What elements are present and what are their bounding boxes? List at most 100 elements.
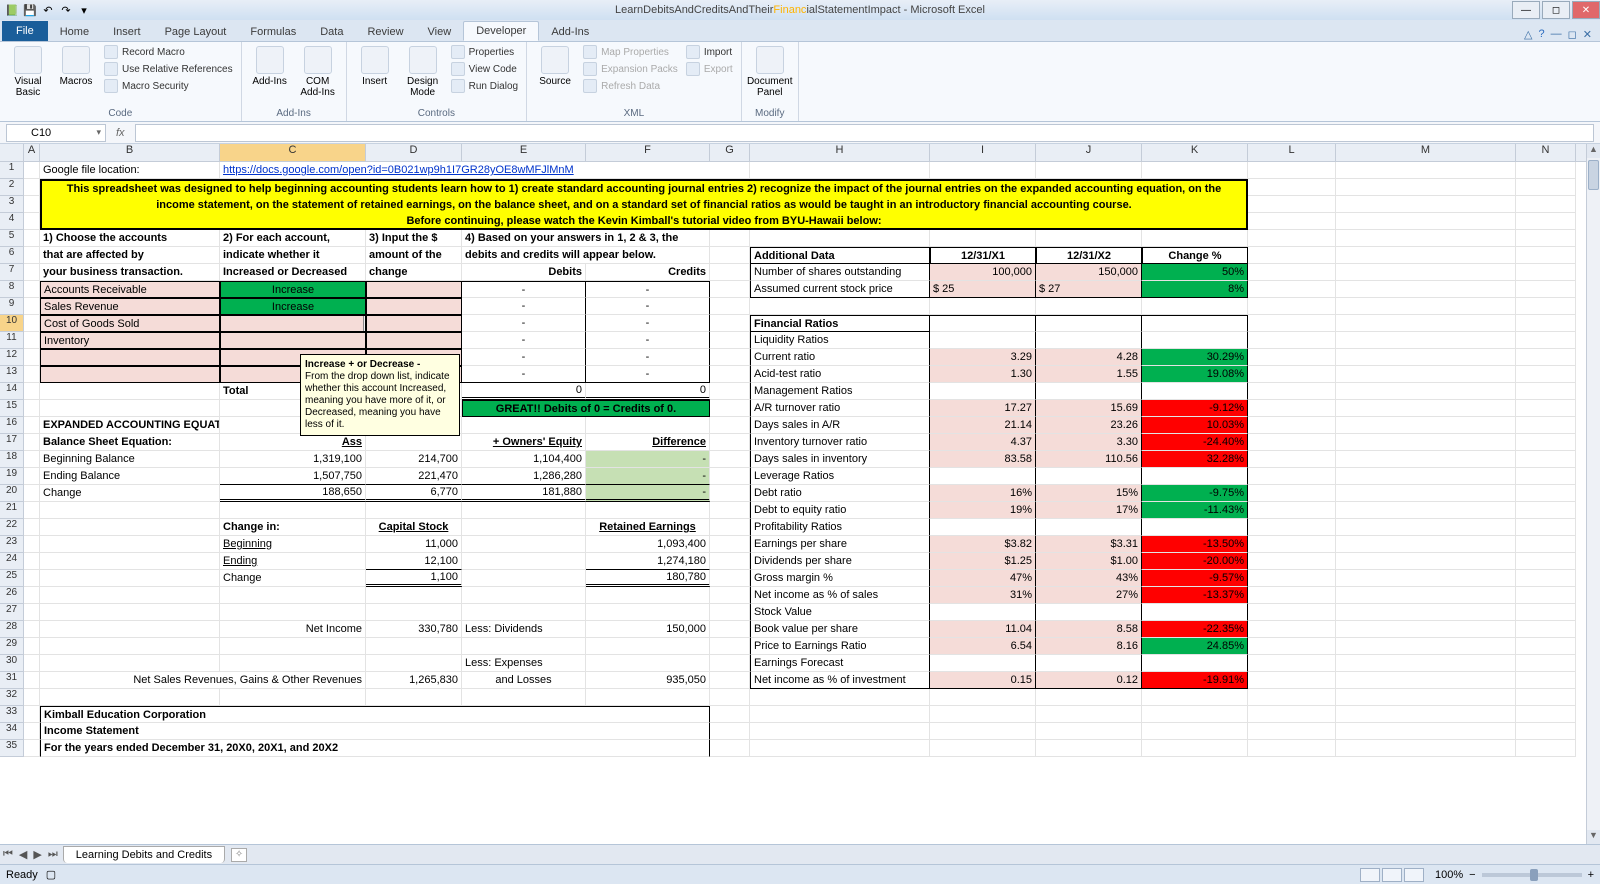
- cell[interactable]: [366, 434, 462, 451]
- cell[interactable]: [24, 706, 40, 723]
- cell[interactable]: [1516, 723, 1576, 740]
- cell[interactable]: Kimball Education Corporation: [40, 706, 710, 723]
- cell[interactable]: Debt ratio: [750, 485, 930, 502]
- zoom-slider[interactable]: [1482, 873, 1582, 877]
- cell[interactable]: [1248, 621, 1336, 638]
- tab-developer[interactable]: Developer: [463, 21, 539, 41]
- cell[interactable]: 1.55: [1036, 366, 1142, 383]
- col-M[interactable]: M: [1336, 144, 1516, 161]
- cell[interactable]: [1036, 655, 1142, 672]
- cell[interactable]: [24, 604, 40, 621]
- cell[interactable]: [1336, 281, 1516, 298]
- cell[interactable]: [1516, 451, 1576, 468]
- cell[interactable]: 1,104,400: [462, 451, 586, 468]
- cell[interactable]: [1248, 570, 1336, 587]
- scroll-down-icon[interactable]: ▼: [1587, 830, 1600, 844]
- row-14[interactable]: 14: [0, 383, 24, 400]
- cell[interactable]: [930, 723, 1036, 740]
- cell[interactable]: [710, 366, 750, 383]
- expansion-packs-button[interactable]: Expansion Packs: [581, 61, 680, 77]
- cell[interactable]: 150,000: [586, 621, 710, 638]
- undo-icon[interactable]: ↶: [40, 2, 56, 18]
- cell[interactable]: [710, 655, 750, 672]
- cell[interactable]: [586, 655, 710, 672]
- cell[interactable]: [586, 417, 710, 434]
- row-10[interactable]: 10: [0, 315, 24, 332]
- insert-control-button[interactable]: Insert: [353, 44, 397, 87]
- maximize-button[interactable]: ◻: [1542, 1, 1570, 19]
- cell[interactable]: [586, 638, 710, 655]
- row-29[interactable]: 29: [0, 638, 24, 655]
- cell[interactable]: Price to Earnings Ratio: [750, 638, 930, 655]
- cell[interactable]: [1516, 519, 1576, 536]
- cell[interactable]: [1248, 366, 1336, 383]
- cell[interactable]: [366, 315, 462, 332]
- cell[interactable]: 150,000: [1036, 264, 1142, 281]
- cell[interactable]: [24, 638, 40, 655]
- cell[interactable]: 32.28%: [1142, 451, 1248, 468]
- cell[interactable]: [1516, 638, 1576, 655]
- vertical-scrollbar[interactable]: ▲ ▼: [1586, 144, 1600, 844]
- cell[interactable]: [1036, 162, 1142, 179]
- cell[interactable]: [1336, 706, 1516, 723]
- cell[interactable]: 24.85%: [1142, 638, 1248, 655]
- cell[interactable]: [710, 689, 750, 706]
- cell[interactable]: [1248, 468, 1336, 485]
- cell[interactable]: 43%: [1036, 570, 1142, 587]
- cell[interactable]: [1248, 604, 1336, 621]
- increase-decrease-dropdown[interactable]: [220, 315, 366, 332]
- cell[interactable]: [366, 638, 462, 655]
- cell[interactable]: [1248, 536, 1336, 553]
- zoom-level[interactable]: 100%: [1435, 869, 1463, 881]
- cell[interactable]: [1516, 315, 1576, 332]
- cell[interactable]: [930, 519, 1036, 536]
- cell[interactable]: [1516, 536, 1576, 553]
- row-17[interactable]: 17: [0, 434, 24, 451]
- normal-view-button[interactable]: [1360, 868, 1380, 882]
- cell[interactable]: [1516, 281, 1576, 298]
- cell[interactable]: [1336, 179, 1516, 196]
- cell[interactable]: [1248, 281, 1336, 298]
- cell[interactable]: [220, 502, 366, 519]
- cell[interactable]: [1036, 723, 1142, 740]
- cell[interactable]: -: [462, 281, 586, 298]
- cell[interactable]: $1.00: [1036, 553, 1142, 570]
- cell[interactable]: [710, 553, 750, 570]
- sheet-tab-active[interactable]: Learning Debits and Credits: [63, 846, 225, 863]
- cell[interactable]: [366, 298, 462, 315]
- cell[interactable]: [750, 740, 930, 757]
- row-35[interactable]: 35: [0, 740, 24, 757]
- cell[interactable]: 181,880: [462, 485, 586, 502]
- row-11[interactable]: 11: [0, 332, 24, 349]
- cell[interactable]: [24, 332, 40, 349]
- macro-record-icon[interactable]: ▢: [46, 868, 56, 881]
- row-30[interactable]: 30: [0, 655, 24, 672]
- cell[interactable]: [1516, 587, 1576, 604]
- cell[interactable]: 83.58: [930, 451, 1036, 468]
- cell[interactable]: [462, 502, 586, 519]
- cell[interactable]: 3) Input the $: [366, 230, 462, 247]
- col-K[interactable]: K: [1142, 144, 1248, 161]
- col-G[interactable]: G: [710, 144, 750, 161]
- cell[interactable]: [24, 281, 40, 298]
- cell[interactable]: 0: [462, 383, 586, 400]
- cell[interactable]: GREAT!! Debits of 0 = Credits of 0.: [462, 400, 710, 417]
- sheet-nav-prev[interactable]: ◀: [16, 848, 30, 861]
- tab-page-layout[interactable]: Page Layout: [153, 23, 239, 41]
- cell[interactable]: [1142, 332, 1248, 349]
- cell[interactable]: [24, 672, 40, 689]
- cell[interactable]: 19.08%: [1142, 366, 1248, 383]
- cell[interactable]: 1,265,830: [366, 672, 462, 689]
- cell[interactable]: Assumed current stock price: [750, 281, 930, 298]
- cell[interactable]: [1248, 655, 1336, 672]
- cell[interactable]: [586, 502, 710, 519]
- cell[interactable]: 1,093,400: [586, 536, 710, 553]
- cell[interactable]: Less: Expenses: [462, 655, 586, 672]
- cell[interactable]: [1248, 315, 1336, 332]
- doc-minimize-icon[interactable]: —: [1551, 28, 1562, 41]
- macros-button[interactable]: Macros: [54, 44, 98, 87]
- cell[interactable]: $ 25: [930, 281, 1036, 298]
- cell[interactable]: -: [462, 366, 586, 383]
- cell[interactable]: [1336, 400, 1516, 417]
- cell[interactable]: [24, 451, 40, 468]
